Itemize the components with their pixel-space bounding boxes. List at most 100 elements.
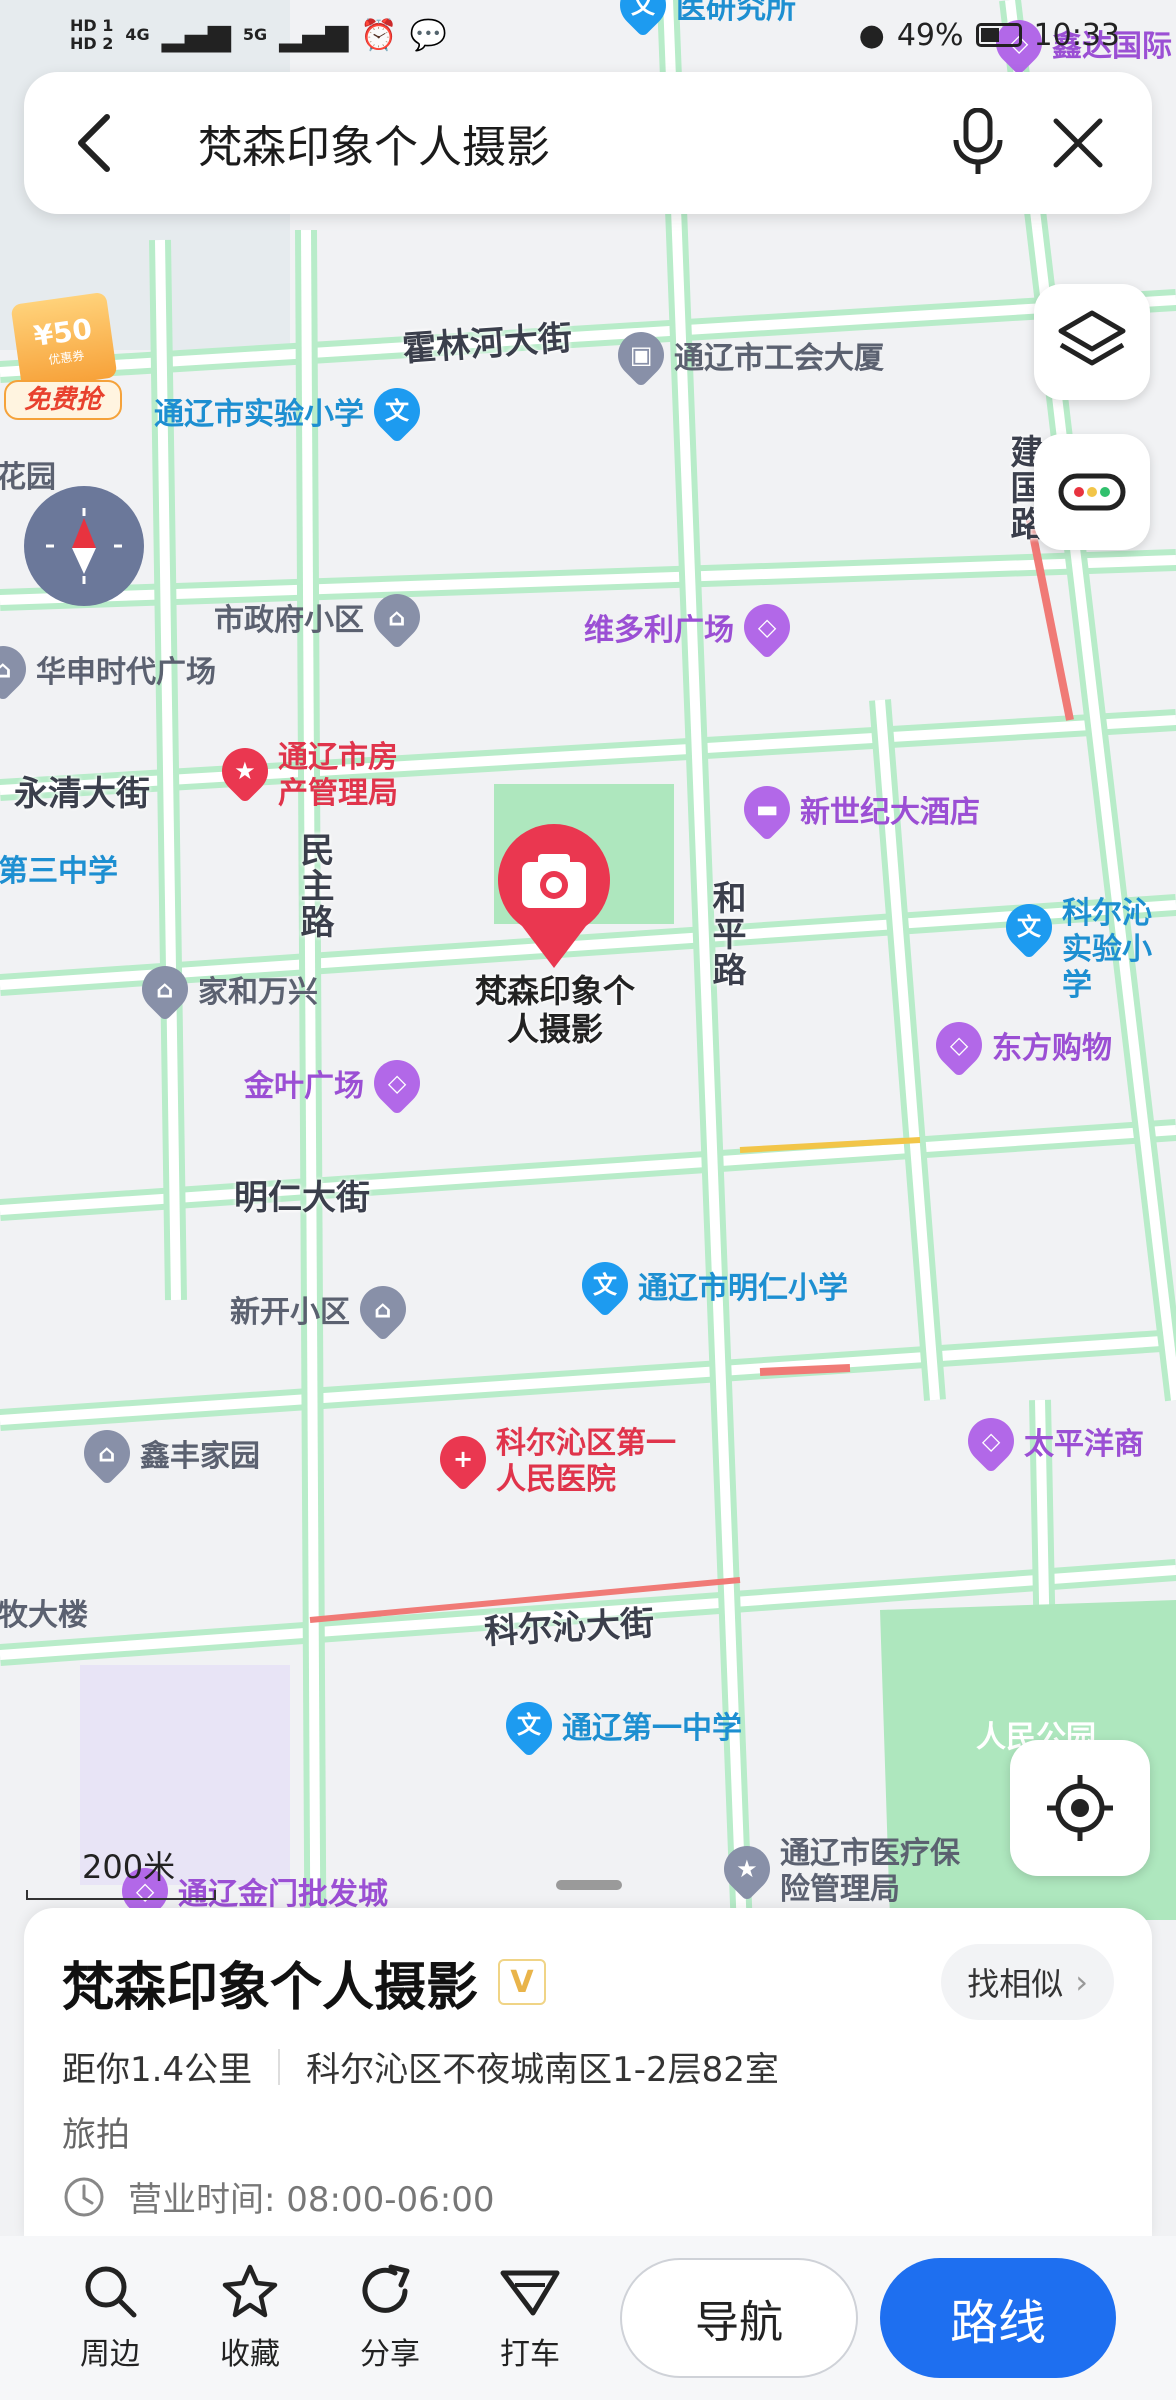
- poi-marker[interactable]: + 科尔沁区第一人民医院: [430, 1426, 676, 1498]
- business-hours: 营业时间: 08:00-06:00: [128, 2180, 495, 2220]
- back-button[interactable]: [48, 98, 138, 188]
- message-icon: 💬: [409, 17, 448, 53]
- poi-label: 通辽市工会大厦: [674, 341, 884, 376]
- locate-me-button[interactable]: [1010, 1740, 1150, 1876]
- network-type: 4G: [125, 25, 150, 44]
- map-scale: 200米: [26, 1842, 216, 1900]
- search-bar[interactable]: 梵森印象个人摄影: [24, 72, 1152, 214]
- battery-percent: 49%: [896, 17, 964, 53]
- alarm-icon: ⏰: [360, 17, 398, 53]
- place-address: 科尔沁区不夜城南区1-2层82室: [306, 2050, 779, 2090]
- voice-search-button[interactable]: [928, 93, 1028, 193]
- poi-marker[interactable]: ◇ 东方购物: [926, 1012, 1112, 1078]
- poi-label: 鑫丰家园: [140, 1439, 260, 1474]
- search-icon: [85, 2266, 137, 2318]
- verified-badge: V: [498, 1959, 547, 2005]
- poi-label: 通辽第一中学: [562, 1711, 742, 1746]
- nearby-button[interactable]: 周边: [40, 2263, 180, 2373]
- sheet-drag-handle[interactable]: [556, 1880, 622, 1890]
- poi-label: 新世纪大酒店: [800, 795, 980, 830]
- poi-marker[interactable]: 文通辽市实验小学: [154, 378, 430, 444]
- poi-marker[interactable]: ▬ 新世纪大酒店: [734, 776, 980, 842]
- poi-marker[interactable]: ◇ 太平洋商: [958, 1408, 1144, 1474]
- poi-marker[interactable]: ▣ 通辽市工会大厦: [608, 322, 884, 388]
- compass-icon: [46, 508, 122, 584]
- location-icon: ●: [858, 17, 885, 53]
- road-label: 明仁大街: [234, 1178, 370, 1218]
- poi-marker[interactable]: 第三中学: [0, 846, 118, 890]
- poi-marker[interactable]: 文通辽第一中学: [496, 1692, 742, 1758]
- poi-label: 花园: [0, 460, 56, 495]
- poi-label: 东方购物: [992, 1031, 1112, 1066]
- road-label: 永清大街: [14, 774, 150, 814]
- divider: [278, 2048, 281, 2085]
- clock-icon: [64, 2177, 104, 2216]
- share-label: 分享: [360, 2337, 420, 2372]
- road-label: 科尔沁大街: [483, 1603, 656, 1653]
- status-bar: HD 1 HD 2 4G ▂▄▆ 5G ▂▄▆ ⏰ 💬 ● 49% 10:33: [0, 0, 1176, 70]
- taxi-label: 打车: [500, 2337, 560, 2372]
- poi-marker[interactable]: ◇ 维多利广场: [584, 594, 800, 660]
- favorite-label: 收藏: [220, 2337, 280, 2372]
- place-distance: 距你1.4公里: [62, 2050, 253, 2090]
- road-label: 和平路: [706, 880, 746, 988]
- traffic-icon: [1058, 473, 1126, 511]
- hd-indicator: HD 2: [70, 34, 114, 53]
- poi-label: 金叶广场: [244, 1069, 364, 1104]
- coupon-amount: ¥50: [31, 312, 95, 353]
- poi-label: 家和万兴: [198, 975, 318, 1010]
- poi-marker[interactable]: 牧大楼: [0, 1590, 88, 1634]
- back-arrow-icon: [78, 114, 110, 172]
- taxi-icon: [500, 2270, 560, 2316]
- star-icon: [222, 2264, 278, 2318]
- coupon-tag: 优惠券: [47, 348, 86, 368]
- network-type: 5G: [242, 25, 268, 44]
- coupon-badge[interactable]: ¥50 优惠券 免费抢: [4, 291, 122, 424]
- chevron-right-icon: ›: [1075, 1963, 1088, 2001]
- clear-search-button[interactable]: [1028, 93, 1128, 193]
- share-button[interactable]: 分享: [320, 2263, 460, 2373]
- signal-icon: ▂▄▆: [279, 17, 349, 53]
- poi-marker[interactable]: ⌂ 华申时代广场: [0, 636, 216, 702]
- poi-marker[interactable]: ★ 通辽市医疗保险管理局: [714, 1836, 960, 1908]
- poi-marker[interactable]: ⌂ 市政府小区: [214, 584, 430, 650]
- poi-label: 新开小区: [230, 1295, 350, 1330]
- crosshair-icon: [1047, 1775, 1113, 1841]
- close-icon: [1053, 118, 1103, 168]
- poi-marker[interactable]: ⌂ 家和万兴: [132, 956, 318, 1022]
- navigate-button[interactable]: 导航: [620, 2258, 858, 2378]
- poi-marker[interactable]: 文科尔沁实验小学: [996, 894, 1172, 1004]
- taxi-button[interactable]: 打车: [460, 2263, 600, 2373]
- poi-marker[interactable]: 文通辽市明仁小学: [572, 1252, 848, 1318]
- poi-marker[interactable]: ◇ 金叶广场: [244, 1050, 430, 1116]
- compass-button[interactable]: [24, 486, 144, 606]
- poi-marker[interactable]: ★ 通辽市房产管理局: [212, 738, 418, 812]
- poi-marker[interactable]: ⌂ 鑫丰家园: [74, 1420, 260, 1486]
- traffic-toggle-button[interactable]: [1034, 434, 1150, 550]
- layers-button[interactable]: [1034, 284, 1150, 400]
- find-similar-button[interactable]: 找相似 ›: [941, 1944, 1114, 2020]
- bottom-action-bar: 周边 收藏 分享 打车 导航 路线: [0, 2236, 1176, 2400]
- route-button[interactable]: 路线: [880, 2258, 1116, 2378]
- poi-label: 科尔沁实验小学: [1062, 896, 1152, 1003]
- search-query[interactable]: 梵森印象个人摄影: [138, 111, 928, 175]
- place-category: 旅拍: [62, 2115, 130, 2155]
- layers-icon: [1058, 310, 1126, 366]
- signal-icon: ▂▄▆: [161, 17, 231, 53]
- poi-label: 通辽市实验小学: [154, 397, 364, 432]
- scale-label: 200米: [82, 1848, 176, 1886]
- poi-label: 太平洋商: [1024, 1427, 1144, 1462]
- poi-label: 通辽市房产管理局: [278, 740, 398, 811]
- poi-label: 维多利广场: [584, 613, 734, 648]
- road-label: 民主路: [294, 832, 334, 940]
- poi-marker[interactable]: ⌂ 新开小区: [230, 1276, 416, 1342]
- place-title: 梵森印象个人摄影: [62, 1957, 479, 2018]
- poi-marker[interactable]: 花园: [0, 452, 56, 496]
- poi-label: 第三中学: [0, 854, 118, 889]
- hd-indicator: HD 1: [70, 16, 114, 35]
- favorite-button[interactable]: 收藏: [180, 2263, 320, 2373]
- selected-place-label: 梵森印象个人摄影: [474, 972, 635, 1048]
- place-detail-sheet[interactable]: 梵森印象个人摄影 V 找相似 › 距你1.4公里 科尔沁区不夜城南区1-2层82…: [24, 1908, 1152, 2238]
- microphone-icon: [953, 108, 1003, 174]
- selected-place-marker[interactable]: [492, 822, 616, 972]
